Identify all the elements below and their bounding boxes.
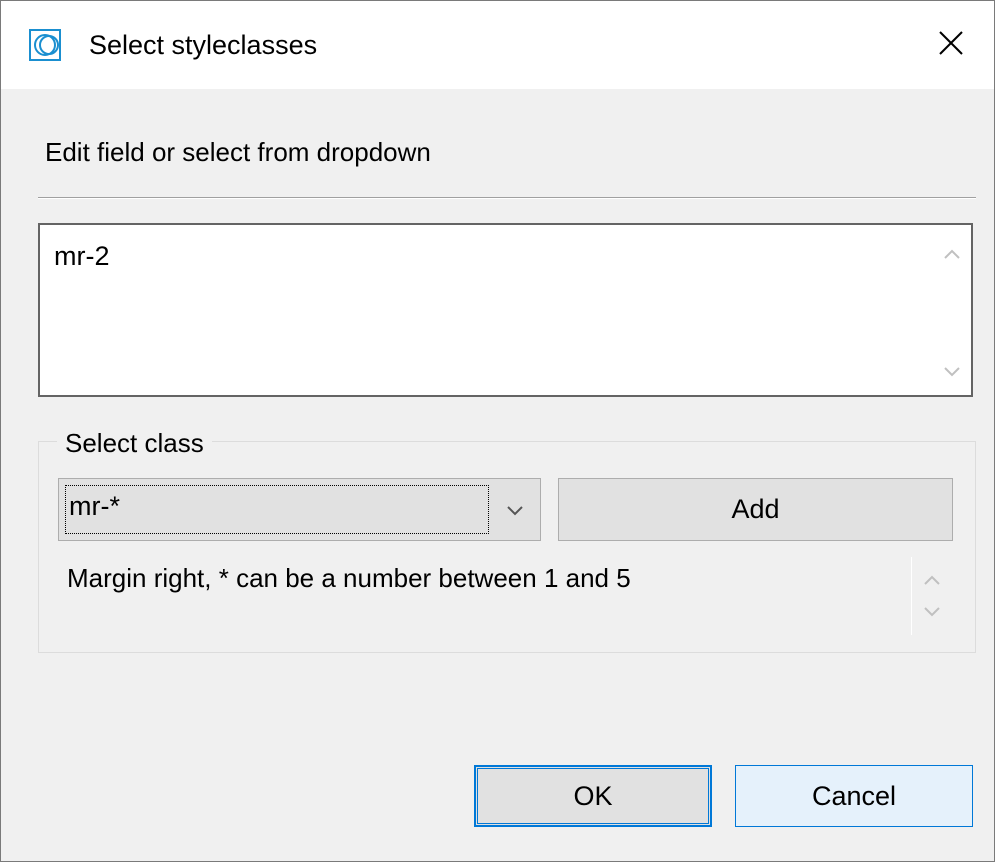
scroll-up-icon[interactable] bbox=[942, 245, 962, 265]
scroll-down-icon[interactable] bbox=[942, 361, 962, 381]
select-class-group bbox=[38, 441, 976, 653]
focus-rectangle bbox=[65, 485, 489, 534]
cancel-button[interactable]: Cancel bbox=[735, 765, 973, 827]
styleclasses-value: mr-2 bbox=[54, 241, 110, 271]
class-description: Margin right, * can be a number between … bbox=[67, 563, 631, 593]
title-bar[interactable]: Select styleclasses bbox=[1, 1, 994, 89]
description-scrollbar[interactable] bbox=[911, 557, 952, 635]
ok-button[interactable]: OK bbox=[474, 765, 712, 827]
styleclasses-textarea[interactable]: mr-2 bbox=[38, 223, 973, 397]
instruction-label: Edit field or select from dropdown bbox=[45, 137, 431, 167]
app-logo-icon bbox=[29, 29, 61, 61]
scroll-up-icon[interactable] bbox=[922, 571, 942, 591]
select-class-legend: Select class bbox=[57, 427, 212, 459]
dialog-window: Select styleclasses Edit field or select… bbox=[0, 0, 995, 862]
chevron-down-icon[interactable] bbox=[490, 479, 540, 540]
class-dropdown[interactable]: mr-* bbox=[58, 478, 541, 541]
dropdown-selected-value: mr-* bbox=[69, 491, 120, 521]
close-icon bbox=[938, 30, 964, 61]
separator bbox=[38, 197, 976, 199]
textarea-scrollbar[interactable] bbox=[933, 225, 971, 395]
ok-label: OK bbox=[573, 780, 613, 811]
add-button[interactable]: Add bbox=[558, 478, 953, 541]
scroll-down-icon[interactable] bbox=[922, 601, 942, 621]
window-title: Select styleclasses bbox=[89, 30, 318, 60]
close-button[interactable] bbox=[908, 1, 994, 89]
